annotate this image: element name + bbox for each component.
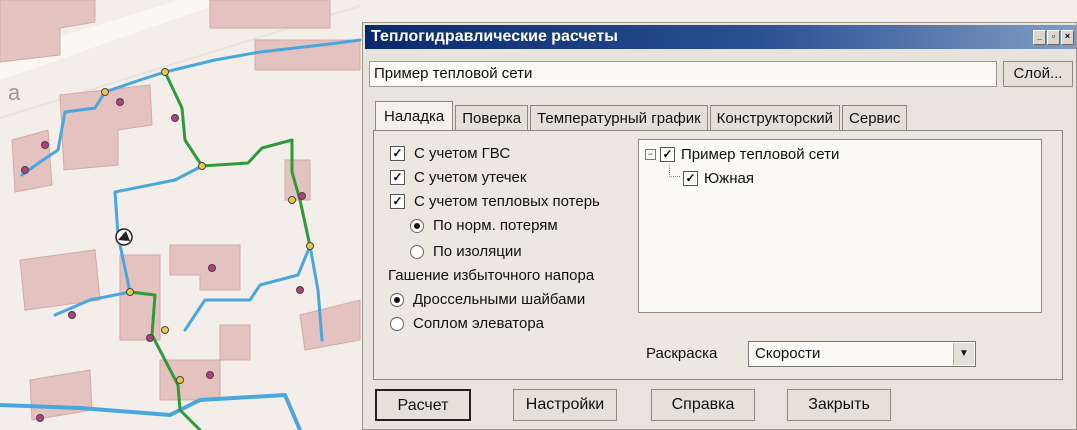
tree-child-checkbox[interactable]: ✓: [683, 171, 698, 186]
norm-losses-option[interactable]: По норм. потерям: [410, 217, 558, 234]
throttle-label: Дроссельными шайбами: [413, 291, 586, 308]
insulation-option[interactable]: По изоляции: [410, 243, 522, 260]
coloring-select[interactable]: Скорости ▼: [748, 341, 976, 367]
window-controls: _ ▫ ×: [1033, 30, 1074, 45]
tab-temperature-schedule[interactable]: Температурный график: [530, 105, 708, 131]
maximize-button[interactable]: ▫: [1047, 30, 1060, 45]
insulation-label: По изоляции: [433, 243, 522, 260]
tab-design[interactable]: Конструкторский: [709, 105, 841, 131]
heat-losses-option[interactable]: ✓ С учетом тепловых потерь: [390, 193, 600, 210]
close-button[interactable]: Закрыть: [787, 389, 891, 421]
tab-naladka[interactable]: Наладка: [375, 101, 454, 131]
gvs-option[interactable]: ✓ С учетом ГВС: [390, 145, 510, 162]
gvs-label: С учетом ГВС: [414, 145, 511, 162]
tree-connector: [669, 164, 680, 177]
leaks-option[interactable]: ✓ С учетом утечек: [390, 169, 526, 186]
tab-bar: Наладка Поверка Температурный график Кон…: [375, 101, 909, 131]
leaks-label: С учетом утечек: [414, 169, 527, 186]
tree-child-node[interactable]: ✓ Южная: [683, 170, 754, 187]
throttle-option[interactable]: Дроссельными шайбами: [390, 291, 585, 308]
tab-poverka[interactable]: Поверка: [455, 105, 529, 131]
layer-button[interactable]: Слой...: [1003, 61, 1073, 87]
collapse-icon[interactable]: −: [645, 149, 656, 160]
pump-icon: [115, 228, 133, 246]
minimize-button[interactable]: _: [1033, 30, 1046, 45]
chevron-down-icon[interactable]: ▼: [953, 343, 974, 365]
dialog-titlebar: Теплогидравлические расчеты _ ▫ ×: [365, 25, 1076, 49]
throttle-radio[interactable]: [390, 292, 404, 307]
thermo-hydraulic-dialog: Теплогидравлические расчеты _ ▫ × Пример…: [362, 22, 1077, 430]
nozzle-radio[interactable]: [390, 316, 404, 331]
nozzle-label: Соплом элеватора: [413, 315, 545, 332]
norm-losses-radio[interactable]: [410, 218, 424, 233]
heat-losses-checkbox[interactable]: ✓: [390, 194, 405, 209]
heat-losses-label: С учетом тепловых потерь: [414, 193, 600, 210]
tree-root-node[interactable]: − ✓ Пример тепловой сети: [645, 146, 839, 163]
tab-service[interactable]: Сервис: [842, 105, 908, 131]
coloring-value: Скорости: [755, 345, 821, 362]
coloring-label: Раскраска: [646, 345, 718, 362]
dialog-title: Теплогидравлические расчеты: [371, 28, 618, 45]
tree-root-checkbox[interactable]: ✓: [660, 147, 675, 162]
leaks-checkbox[interactable]: ✓: [390, 170, 405, 185]
gvs-checkbox[interactable]: ✓: [390, 146, 405, 161]
pressure-heading: Гашение избыточного напора: [388, 267, 595, 284]
calculate-button[interactable]: Расчет: [375, 389, 471, 421]
tree-child-label: Южная: [704, 170, 754, 187]
tab-panel-naladka: ✓ С учетом ГВС ✓ С учетом утечек ✓ С уче…: [373, 130, 1063, 380]
close-window-button[interactable]: ×: [1061, 30, 1074, 45]
norm-losses-label: По норм. потерям: [433, 217, 558, 234]
network-tree[interactable]: − ✓ Пример тепловой сети ✓ Южная: [638, 139, 1042, 313]
help-button[interactable]: Справка: [651, 389, 755, 421]
network-select[interactable]: Пример тепловой сети: [369, 61, 997, 87]
settings-button[interactable]: Настройки: [513, 389, 617, 421]
tree-root-label: Пример тепловой сети: [681, 146, 840, 163]
nozzle-option[interactable]: Соплом элеватора: [390, 315, 544, 332]
insulation-radio[interactable]: [410, 244, 424, 259]
street-label: a: [8, 80, 21, 105]
